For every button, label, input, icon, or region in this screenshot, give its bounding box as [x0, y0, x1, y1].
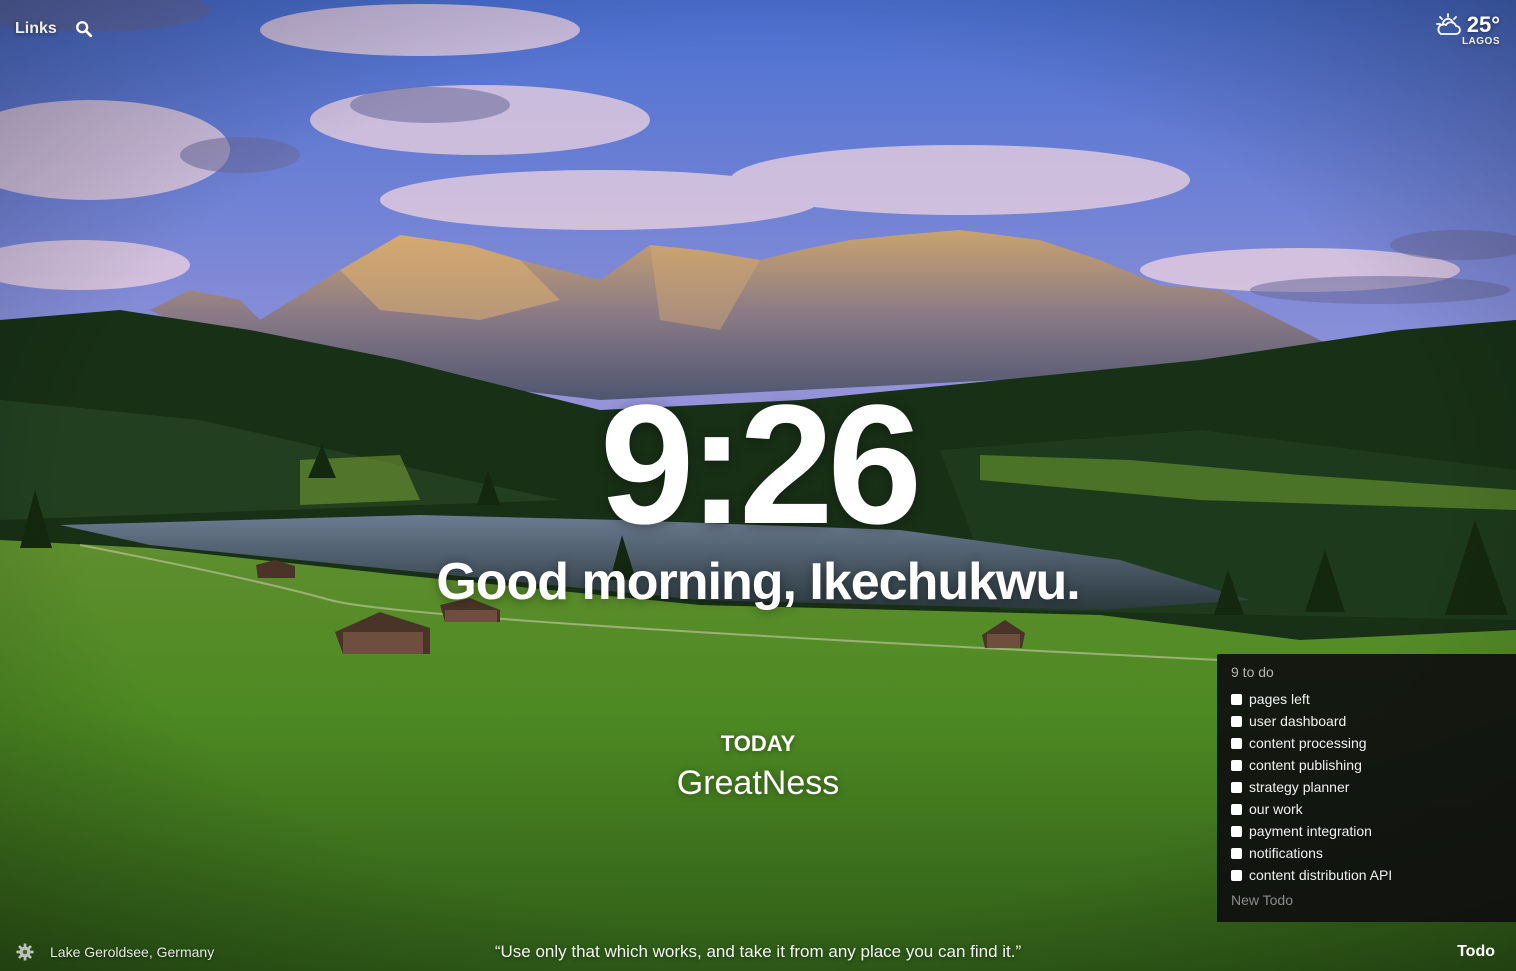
todo-item[interactable]: our work — [1231, 798, 1502, 820]
todo-item-label: payment integration — [1249, 823, 1372, 839]
clock: 9:26 — [599, 370, 922, 560]
todo-checkbox[interactable] — [1231, 847, 1242, 859]
todo-item-label: content publishing — [1249, 757, 1362, 773]
todo-list: pages left user dashboard content proces… — [1231, 688, 1502, 886]
todo-item-label: pages left — [1249, 691, 1310, 707]
todo-item[interactable]: content processing — [1231, 732, 1502, 754]
quote: “Use only that which works, and take it … — [494, 942, 1022, 961]
weather-location: LAGOS — [1461, 36, 1500, 47]
search-icon[interactable] — [75, 20, 93, 38]
todo-item-label: notifications — [1249, 845, 1323, 861]
weather-widget[interactable]: 25° LAGOS — [1435, 12, 1500, 47]
todo-checkbox[interactable] — [1231, 759, 1242, 771]
todo-item[interactable]: content distribution API — [1231, 864, 1502, 886]
links-button[interactable]: Links — [15, 20, 57, 38]
focus-value[interactable]: GreatNess — [677, 764, 840, 802]
todo-item[interactable]: user dashboard — [1231, 710, 1502, 732]
todo-count: 9 to do — [1231, 664, 1274, 680]
todo-item[interactable]: pages left — [1231, 688, 1502, 710]
todo-checkbox[interactable] — [1231, 693, 1242, 705]
todo-checkbox[interactable] — [1231, 781, 1242, 793]
todo-item[interactable]: payment integration — [1231, 820, 1502, 842]
todo-panel: 9 to do pages left user dashboard conten… — [1217, 654, 1516, 922]
weather-temperature: 25° — [1466, 12, 1500, 37]
todo-checkbox[interactable] — [1231, 737, 1242, 749]
todo-item-label: content distribution API — [1249, 867, 1393, 883]
todo-item-label: content processing — [1249, 735, 1367, 751]
todo-checkbox[interactable] — [1231, 869, 1242, 881]
todo-toggle-button[interactable]: Todo — [1457, 943, 1495, 961]
new-todo-input[interactable] — [1231, 892, 1502, 908]
todo-checkbox[interactable] — [1231, 803, 1242, 815]
greeting: Good morning, Ikechukwu. — [436, 553, 1080, 611]
todo-item-label: user dashboard — [1249, 713, 1347, 729]
todo-checkbox[interactable] — [1231, 825, 1242, 837]
todo-item[interactable]: content publishing — [1231, 754, 1502, 776]
todo-item-label: our work — [1249, 801, 1303, 817]
weather-row: 25° — [1435, 12, 1500, 38]
partly-cloudy-icon — [1435, 13, 1461, 35]
top-left-nav: Links — [15, 20, 93, 38]
todo-item[interactable]: notifications — [1231, 842, 1502, 864]
todo-item[interactable]: strategy planner — [1231, 776, 1502, 798]
todo-item-label: strategy planner — [1249, 779, 1350, 795]
todo-checkbox[interactable] — [1231, 715, 1242, 727]
